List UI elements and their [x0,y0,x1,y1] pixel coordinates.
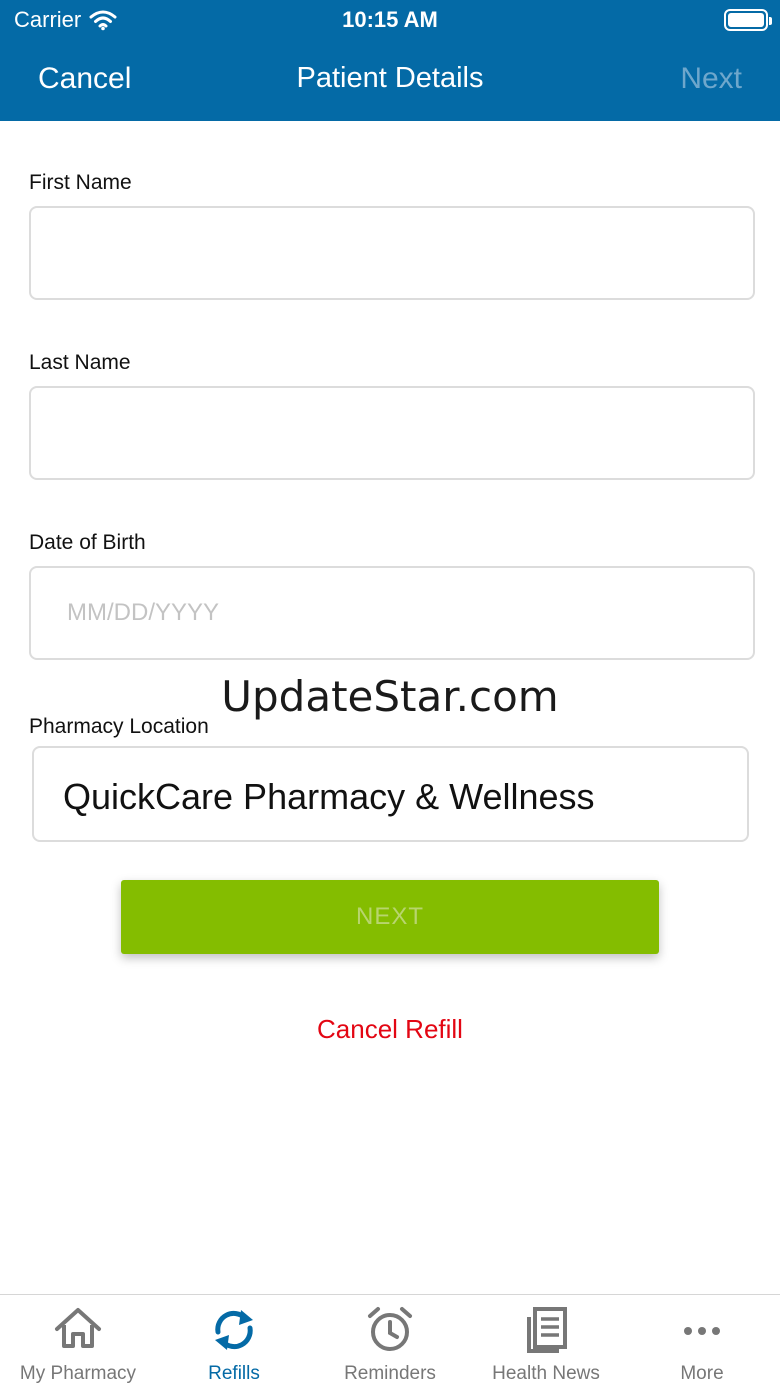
tab-label: Refills [208,1363,260,1384]
first-name-label: First Name [29,171,132,194]
tab-reminders[interactable]: Reminders [312,1295,468,1387]
pharmacy-location-selector[interactable]: QuickCare Pharmacy & Wellness [32,746,749,842]
dob-label: Date of Birth [29,531,146,554]
refresh-icon [215,1310,253,1350]
home-icon [55,1308,101,1348]
last-name-field-box [29,386,755,480]
first-name-input[interactable] [31,208,753,298]
next-button[interactable]: NEXT [121,880,659,954]
tab-health-news[interactable]: Health News [468,1295,624,1387]
header-bar: Carrier 10:15 AM Cancel Patient Details … [0,0,780,121]
last-name-label: Last Name [29,351,131,374]
status-time: 10:15 AM [342,7,438,32]
alarm-clock-icon [368,1307,412,1351]
first-name-field-box [29,206,755,300]
tab-bar: My Pharmacy Refills Reminders Health New… [0,1294,780,1387]
tab-label: Reminders [344,1363,436,1384]
tab-label: More [680,1363,724,1384]
tab-refills[interactable]: Refills [156,1295,312,1387]
cancel-refill-link[interactable]: Cancel Refill [0,1014,780,1045]
battery-icon [724,9,772,31]
last-name-input[interactable] [31,388,753,478]
status-bar: Carrier 10:15 AM [0,0,780,40]
more-dots-icon [684,1327,720,1335]
tab-label: My Pharmacy [19,1363,137,1384]
cancel-button[interactable]: Cancel [38,62,131,96]
dob-input[interactable] [31,568,753,658]
news-icon [527,1307,567,1353]
tab-more[interactable]: More [624,1295,780,1387]
pharmacy-location-value: QuickCare Pharmacy & Wellness [63,776,595,817]
dob-field-box [29,566,755,660]
tab-my-pharmacy[interactable]: My Pharmacy [0,1295,156,1387]
next-nav-button[interactable]: Next [680,62,742,96]
watermark-text: UpdateStar.com [221,672,559,721]
tab-label: Health News [492,1363,600,1384]
